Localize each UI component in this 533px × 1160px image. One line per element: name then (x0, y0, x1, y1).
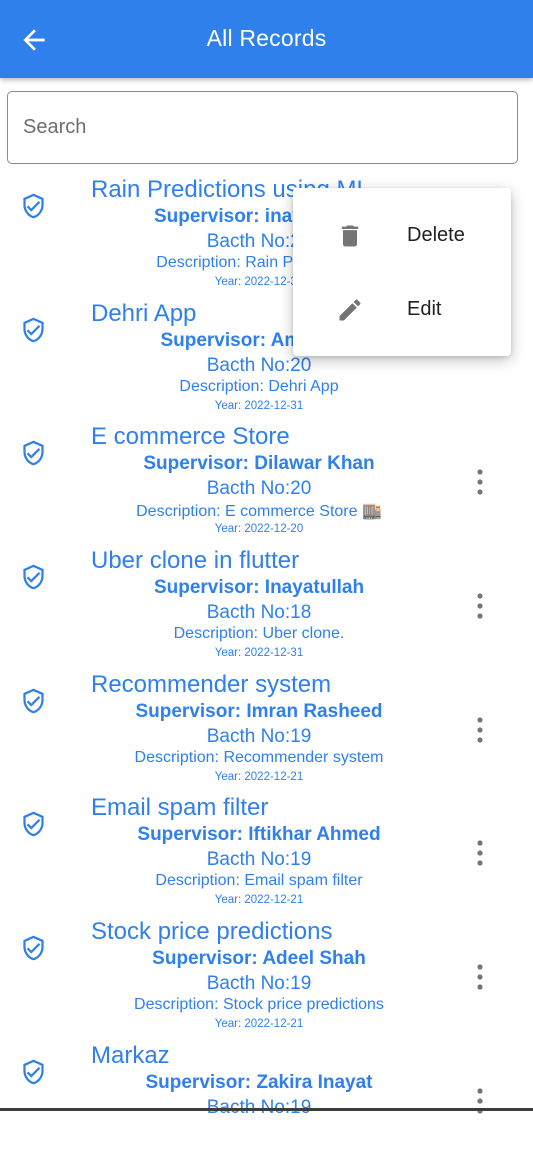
record-supervisor: Supervisor: Imran Rasheed (135, 700, 383, 722)
search-box (7, 91, 518, 164)
record-batch: Bacth No:20 (206, 478, 312, 500)
record-description: Description: Stock price predictions (134, 996, 384, 1014)
menu-item-label: Edit (407, 298, 442, 320)
record-description: Description: E commerce Store 🏬 (136, 503, 382, 521)
record-title: E commerce Store (91, 423, 290, 451)
list-item[interactable]: Recommender system Supervisor: Imran Ras… (0, 665, 533, 789)
menu-item-label: Delete (407, 224, 465, 246)
record-year: Year: 2022-12-20 (214, 523, 304, 536)
record-description: Description: Email spam filter (155, 872, 363, 890)
record-description: Description: Recommender system (134, 748, 384, 766)
record-supervisor: Supervisor: Dilawar Khan (143, 453, 375, 475)
record-title: Email spam filter (91, 794, 269, 822)
menu-item-delete[interactable]: Delete (293, 198, 511, 272)
record-year: Year: 2022-12-31 (214, 647, 304, 660)
list-item[interactable]: Uber clone in flutter Supervisor: Inayat… (0, 541, 533, 665)
record-year: Year: 2022-12-21 (214, 894, 304, 907)
more-vert-icon[interactable] (470, 592, 490, 620)
record-batch: Bacth No:18 (206, 602, 312, 624)
record-title: Dehri App (91, 299, 197, 327)
record-supervisor: Supervisor: Zakira Inayat (145, 1071, 373, 1093)
search-input[interactable] (8, 92, 517, 163)
record-title: Stock price predictions (91, 918, 333, 946)
record-batch: Bacth No:19 (206, 725, 312, 747)
page-title: All Records (206, 25, 327, 51)
record-supervisor: Supervisor: Iftikhar Ahmed (137, 824, 381, 846)
record-year: Year: 2022-12-31 (214, 399, 304, 412)
delete-icon (341, 225, 359, 247)
record-title: Uber clone in flutter (91, 547, 300, 575)
record-title: Recommender system (91, 670, 332, 698)
list-item[interactable]: Email spam filter Supervisor: Iftikhar A… (0, 788, 533, 912)
menu-item-edit[interactable]: Edit (293, 272, 511, 346)
record-year: Year: 2022-12-21 (214, 1018, 304, 1031)
record-supervisor: Supervisor: Inayatullah (153, 577, 365, 599)
record-supervisor: Supervisor: Adeel Shah (152, 948, 366, 970)
record-description: Description: Dehri App (179, 377, 339, 395)
list-item[interactable]: Markaz Supervisor: Zakira Inayat Bacth N… (0, 1036, 533, 1160)
more-vert-icon[interactable] (470, 839, 490, 867)
edit-icon (339, 299, 361, 321)
more-vert-icon[interactable] (470, 468, 490, 496)
record-batch: Bacth No:19 (206, 973, 312, 995)
more-vert-icon[interactable] (470, 716, 490, 744)
app-bar: All Records (0, 0, 533, 78)
record-description: Description: Uber clone. (173, 625, 345, 643)
more-vert-icon[interactable] (470, 963, 490, 991)
record-year: Year: 2022-12-21 (214, 770, 304, 783)
list-item[interactable]: E commerce Store Supervisor: Dilawar Kha… (0, 417, 533, 541)
record-title: Markaz (91, 1041, 170, 1069)
list-item[interactable]: Stock price predictions Supervisor: Adee… (0, 912, 533, 1036)
record-batch: Bacth No:19 (206, 849, 312, 871)
popup-menu: Delete Edit (293, 188, 511, 356)
record-batch: Bacth No:20 (206, 354, 312, 376)
